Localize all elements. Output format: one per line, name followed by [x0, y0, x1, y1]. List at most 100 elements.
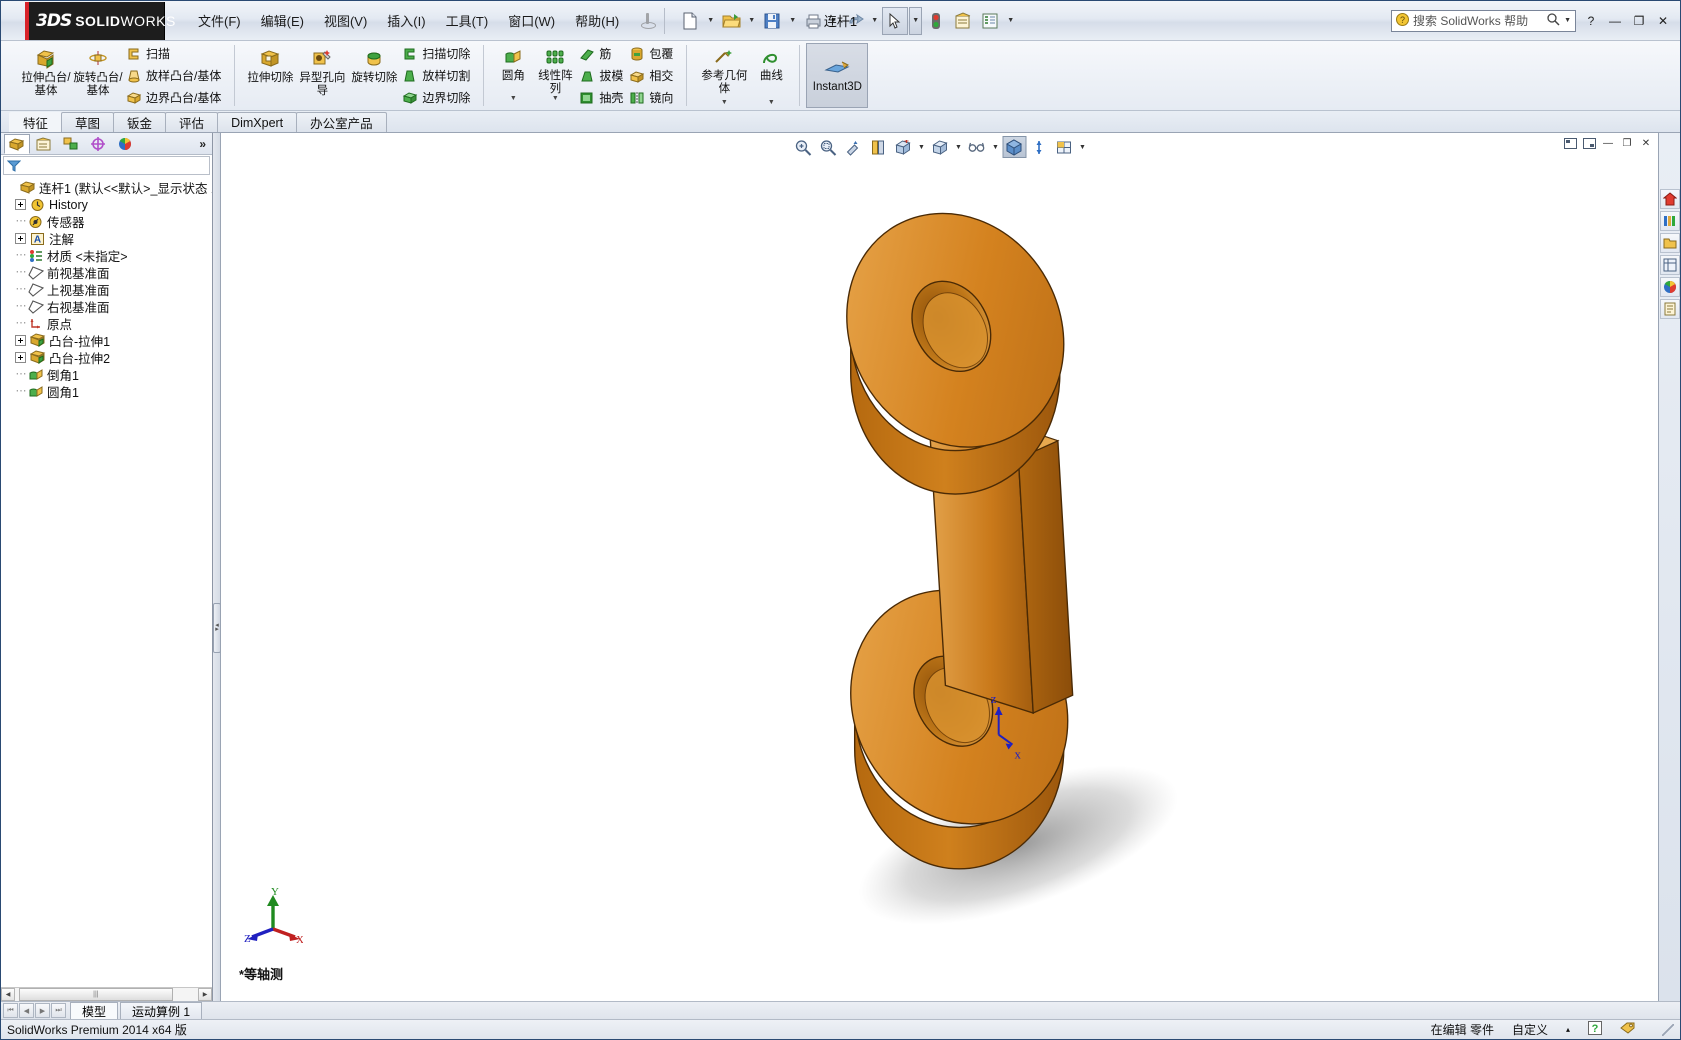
gfx-restore-all-icon[interactable]: [1562, 136, 1578, 150]
status-help-icon[interactable]: ?: [1588, 1021, 1602, 1038]
nav-first-button[interactable]: ⏮: [3, 1003, 18, 1018]
status-caret-icon[interactable]: ▴: [1566, 1025, 1570, 1034]
connecting-rod-model[interactable]: z x: [221, 133, 1658, 1001]
display-manager-tab[interactable]: [112, 134, 138, 154]
open-document-button[interactable]: [718, 7, 744, 35]
feature-manager-more-button[interactable]: »: [199, 137, 206, 151]
gfx-minimize-button[interactable]: —: [1600, 136, 1616, 150]
zoom-to-fit-button[interactable]: [791, 136, 815, 158]
panel-splitter[interactable]: ◂ ▸: [213, 133, 221, 1001]
view-settings-button[interactable]: [1027, 136, 1051, 158]
viewport-button[interactable]: [1052, 136, 1076, 158]
hide-show-items-button[interactable]: [965, 136, 989, 158]
menu-insert[interactable]: 插入(I): [378, 7, 434, 34]
tree-item-boss-extrude1[interactable]: 凸台-拉伸1: [1, 332, 212, 349]
tree-item-right-plane[interactable]: ⋯ 右视基准面: [1, 298, 212, 315]
tree-item-boss-extrude2[interactable]: 凸台-拉伸2: [1, 349, 212, 366]
task-pane-file-explorer[interactable]: [1659, 233, 1680, 253]
apply-scene-button[interactable]: [1002, 136, 1026, 158]
close-button[interactable]: ✕: [1652, 11, 1674, 31]
help-button[interactable]: ?: [1580, 11, 1602, 31]
task-pane-view-palette[interactable]: [1659, 255, 1680, 275]
zoom-to-area-button[interactable]: [816, 136, 840, 158]
extruded-cut-button[interactable]: 拉伸切除: [244, 43, 296, 108]
nav-last-button[interactable]: ⏭: [51, 1003, 66, 1018]
tab-office[interactable]: 办公室产品: [296, 112, 387, 132]
tab-dimxpert[interactable]: DimXpert: [217, 112, 298, 132]
graphics-area[interactable]: ▼ ▼ ▼ ▼ — ❐ ✕ z x Y X Z *等轴测: [221, 133, 1658, 1001]
lofted-boss-base-button[interactable]: 放样凸台/基体: [124, 65, 225, 86]
search-help-box[interactable]: ? 搜索 SolidWorks 帮助 ▼: [1391, 9, 1576, 32]
display-style-button[interactable]: [928, 136, 952, 158]
boundary-boss-base-button[interactable]: 边界凸台/基体: [124, 87, 225, 108]
expand-boss-extrude1-icon[interactable]: [15, 335, 26, 346]
tree-item-fillet1[interactable]: ⋯ 圆角1: [1, 383, 212, 400]
tree-item-chamfer1[interactable]: ⋯ 倒角1: [1, 366, 212, 383]
hscroll-track[interactable]: |||: [15, 988, 198, 1001]
feature-tree-filter[interactable]: [3, 156, 210, 175]
task-pane-design-library[interactable]: [1659, 211, 1680, 231]
bottom-tab-motion-study[interactable]: 运动算例 1: [120, 1002, 203, 1019]
maximize-button[interactable]: ❐: [1628, 11, 1650, 31]
boundary-cut-button[interactable]: 边界切除: [400, 87, 474, 108]
feature-tree-hscrollbar[interactable]: ◀ ||| ▶: [1, 987, 212, 1001]
undo-dropdown[interactable]: ▼: [868, 7, 881, 35]
gfx-maximize-button[interactable]: ❐: [1619, 136, 1635, 150]
tab-features[interactable]: 特征: [9, 112, 63, 132]
nav-next-button[interactable]: ▶: [35, 1003, 50, 1018]
task-pane-custom-properties[interactable]: [1659, 299, 1680, 319]
search-dropdown-icon[interactable]: ▼: [1560, 17, 1575, 24]
hscroll-thumb[interactable]: |||: [19, 988, 173, 1001]
expand-annotations-icon[interactable]: [15, 233, 26, 244]
tree-root-part[interactable]: 连杆1 (默认<<默认>_显示状态 1: [1, 179, 212, 196]
tab-sheetmetal[interactable]: 钣金: [113, 112, 167, 132]
select-tool-dropdown[interactable]: ▼: [909, 6, 923, 35]
tree-item-material[interactable]: ⋯ 材质 <未指定>: [1, 247, 212, 264]
save-dropdown[interactable]: ▼: [786, 7, 799, 35]
pin-icon[interactable]: [638, 11, 658, 31]
tab-sketch[interactable]: 草图: [61, 112, 115, 132]
previous-view-button[interactable]: [841, 136, 865, 158]
save-button[interactable]: [759, 7, 785, 35]
curves-dropdown-icon[interactable]: ▼: [768, 99, 775, 108]
search-icon[interactable]: [1546, 12, 1560, 29]
wrap-button[interactable]: 包覆: [627, 43, 677, 64]
tree-item-top-plane[interactable]: ⋯ 上视基准面: [1, 281, 212, 298]
nav-prev-button[interactable]: ◀: [19, 1003, 34, 1018]
curves-button[interactable]: 曲线 ▼: [752, 43, 790, 108]
draft-button[interactable]: 拔模: [577, 65, 627, 86]
tree-item-annotations[interactable]: A 注解: [1, 230, 212, 247]
linear-pattern-dropdown-icon[interactable]: ▼: [552, 95, 559, 104]
search-input[interactable]: 搜索 SolidWorks 帮助: [1413, 12, 1546, 29]
tab-evaluate[interactable]: 评估: [165, 112, 219, 132]
new-document-button[interactable]: [677, 7, 703, 35]
extruded-boss-base-button[interactable]: 拉伸凸台/基体: [20, 43, 72, 108]
splitter-grip[interactable]: ◂ ▸: [213, 603, 221, 653]
print-button[interactable]: [800, 7, 826, 35]
window-resize-grip[interactable]: [1662, 1023, 1674, 1036]
linear-pattern-button[interactable]: 线性阵列 ▼: [533, 43, 577, 104]
task-pane-home[interactable]: [1659, 189, 1680, 209]
gfx-tile-icon[interactable]: [1581, 136, 1597, 150]
feature-manager-tab[interactable]: [4, 133, 30, 154]
dimxpert-manager-tab[interactable]: [85, 134, 111, 154]
select-tool-button[interactable]: [882, 6, 909, 35]
tree-item-history[interactable]: History: [1, 196, 212, 213]
rebuild-button[interactable]: [923, 7, 949, 35]
swept-boss-base-button[interactable]: 扫描: [124, 43, 225, 64]
tree-item-front-plane[interactable]: ⋯ 前视基准面: [1, 264, 212, 281]
menu-window[interactable]: 窗口(W): [499, 7, 564, 34]
rib-button[interactable]: 筋: [577, 43, 627, 64]
view-orientation-dropdown[interactable]: ▼: [916, 136, 927, 158]
open-document-dropdown[interactable]: ▼: [745, 7, 758, 35]
intersect-button[interactable]: 相交: [627, 65, 677, 86]
minimize-button[interactable]: —: [1604, 11, 1626, 31]
options-dropdown[interactable]: ▼: [1004, 7, 1017, 35]
hscroll-left-arrow[interactable]: ◀: [1, 988, 15, 1001]
viewport-dropdown[interactable]: ▼: [1077, 136, 1088, 158]
menu-file[interactable]: 文件(F): [189, 7, 250, 34]
instant3d-button[interactable]: Instant3D: [806, 43, 869, 108]
revolved-boss-base-button[interactable]: 旋转凸台/基体: [72, 43, 124, 108]
hide-show-items-dropdown[interactable]: ▼: [990, 136, 1001, 158]
property-manager-tab[interactable]: [31, 134, 57, 154]
